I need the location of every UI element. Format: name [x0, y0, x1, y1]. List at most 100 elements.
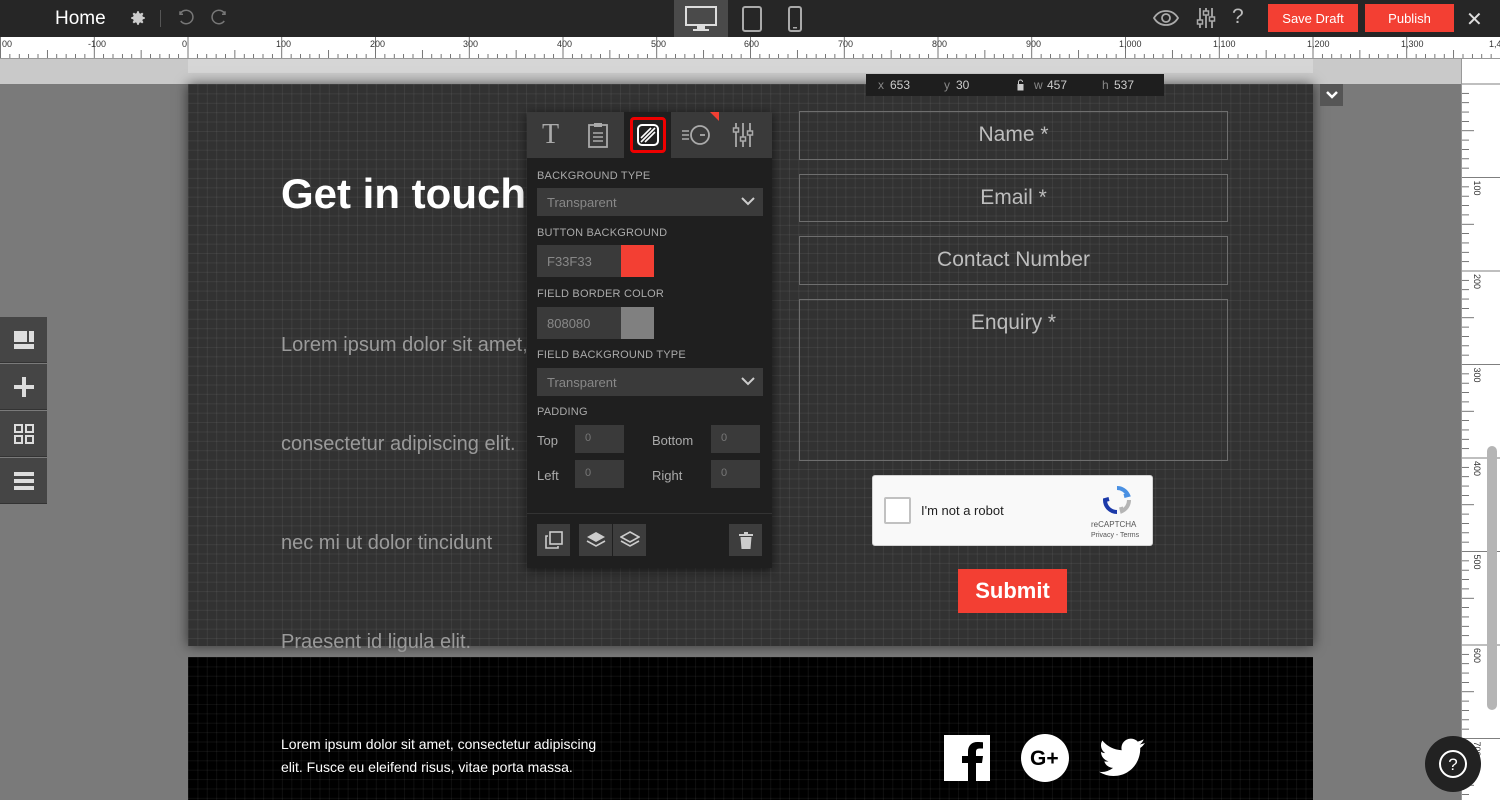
tab-form-fields[interactable] [574, 112, 621, 158]
page-name[interactable]: Home [55, 8, 106, 30]
gear-icon[interactable] [129, 9, 147, 27]
button-background-swatch[interactable] [621, 245, 654, 277]
desktop-view-button[interactable] [674, 0, 728, 37]
top-toolbar: Home ? Save Draft Publish ✕ [0, 0, 1500, 37]
button-background-label: BUTTON BACKGROUND [537, 227, 668, 239]
hamburger-icon [13, 471, 34, 490]
lock-icon[interactable] [1017, 79, 1024, 91]
tab-background[interactable] [624, 112, 671, 158]
padding-label: PADDING [537, 406, 588, 418]
paragraph-line: nec mi ut dolor tincidunt [281, 532, 493, 554]
ruler-label: 1,100 [1213, 39, 1236, 49]
chevron-down-icon [741, 377, 755, 386]
element-coordinates: x 653 y 30 w 457 h 537 [866, 74, 1164, 96]
field-background-type-select[interactable]: Transparent [537, 368, 763, 396]
x-label: x [878, 78, 884, 92]
recaptcha-brand: reCAPTCHA [1091, 520, 1137, 529]
ruler-label: 0 [182, 39, 187, 49]
email-field[interactable]: Email * [799, 174, 1228, 222]
field-border-value: 808080 [547, 316, 591, 331]
ruler-label: 500 [651, 39, 666, 49]
layout-icon [13, 330, 34, 349]
sidebar-layout-button[interactable] [0, 317, 47, 363]
enquiry-field[interactable]: Enquiry * [799, 299, 1228, 461]
ruler-label: 200 [370, 39, 385, 49]
plus-icon [13, 376, 34, 397]
section-heading[interactable]: Get in touch [281, 170, 526, 218]
bring-forward-button[interactable] [579, 524, 612, 556]
ruler-label: 1,300 [1401, 39, 1424, 49]
help-icon[interactable]: ? [1232, 5, 1244, 29]
clipboard-icon [587, 123, 608, 148]
twitter-icon[interactable] [1097, 733, 1147, 783]
eye-icon[interactable] [1153, 9, 1179, 27]
padding-right-input[interactable]: 0 [711, 460, 760, 488]
tab-text[interactable]: T [527, 112, 574, 158]
send-backward-button[interactable] [613, 524, 646, 556]
collapse-button[interactable] [1320, 84, 1343, 106]
sidebar-add-button[interactable] [0, 364, 47, 410]
previous-section [188, 59, 1313, 73]
contact-number-field[interactable]: Contact Number [799, 236, 1228, 285]
field-background-type-value: Transparent [547, 375, 617, 390]
padding-left-input[interactable]: 0 [575, 460, 624, 488]
button-background-input[interactable]: F33F33 [537, 245, 654, 277]
duplicate-button[interactable] [537, 524, 570, 556]
recaptcha-checkbox[interactable] [884, 497, 911, 524]
close-icon[interactable]: ✕ [1466, 7, 1483, 32]
undo-icon[interactable] [176, 9, 196, 27]
background-type-label: BACKGROUND TYPE [537, 170, 651, 182]
toolbar-divider [160, 10, 161, 27]
padding-bottom-input[interactable]: 0 [711, 425, 760, 453]
tab-animation[interactable] [672, 112, 719, 158]
y-value: 30 [956, 78, 970, 92]
sidebar-menu-button[interactable] [0, 458, 47, 504]
ruler-label: 1,200 [1307, 39, 1330, 49]
recaptcha-label: I'm not a robot [921, 503, 1004, 518]
tab-indicator [710, 112, 719, 121]
svg-text:?: ? [1448, 755, 1457, 774]
tablet-view-button[interactable] [738, 0, 766, 37]
paragraph-line: Lorem ipsum dolor sit amet, [281, 334, 528, 356]
section-paragraph[interactable]: Lorem ipsum dolor sit amet, consectetur … [281, 263, 541, 692]
vertical-scrollbar[interactable] [1487, 446, 1497, 710]
google-plus-icon[interactable]: G+ [1020, 733, 1070, 783]
phone-view-button[interactable] [781, 0, 809, 37]
sidebar-blocks-button[interactable] [0, 411, 47, 457]
padding-bottom-label: Bottom [652, 433, 694, 448]
help-button[interactable]: ? [1425, 736, 1481, 792]
facebook-icon[interactable] [942, 733, 992, 783]
ruler-label: -100 [88, 39, 106, 49]
ruler-label: 00 [2, 39, 12, 49]
field-border-swatch[interactable] [621, 307, 654, 339]
field-border-input[interactable]: 808080 [537, 307, 654, 339]
horizontal-ruler: 00 -100 0 100 200 300 400 500 600 700 800 900 1,000 1… [0, 37, 1500, 59]
layers-up-icon [586, 532, 605, 547]
footer-text[interactable]: Lorem ipsum dolor sit amet, consectetur … [281, 733, 601, 778]
publish-button[interactable]: Publish [1365, 4, 1454, 32]
w-value: 457 [1047, 78, 1068, 92]
background-type-select[interactable]: Transparent [537, 188, 763, 216]
padding-right-label: Right [652, 468, 683, 483]
layers-down-icon [619, 531, 640, 547]
trash-icon [738, 531, 753, 549]
sliders-icon[interactable] [1196, 7, 1216, 29]
ruler-label: 1,000 [1119, 39, 1142, 49]
y-label: y [944, 78, 950, 92]
button-background-value: F33F33 [547, 254, 592, 269]
save-draft-button[interactable]: Save Draft [1268, 4, 1358, 32]
redo-icon[interactable] [209, 9, 229, 27]
ruler-label: 400 [557, 39, 572, 49]
padding-top-label: Top [537, 433, 558, 448]
delete-button[interactable] [729, 524, 762, 556]
name-field[interactable]: Name * [799, 111, 1228, 160]
svg-text:G+: G+ [1030, 747, 1059, 770]
padding-top-input[interactable]: 0 [575, 425, 624, 453]
paragraph-line: consectetur adipiscing elit. [281, 433, 516, 455]
recaptcha-privacy-terms[interactable]: Privacy - Terms [1091, 532, 1139, 539]
field-background-type-label: FIELD BACKGROUND TYPE [537, 349, 686, 361]
desktop-icon [685, 5, 717, 31]
tab-settings[interactable] [719, 112, 766, 158]
question-icon: ? [1439, 750, 1467, 778]
submit-button[interactable]: Submit [958, 569, 1067, 613]
